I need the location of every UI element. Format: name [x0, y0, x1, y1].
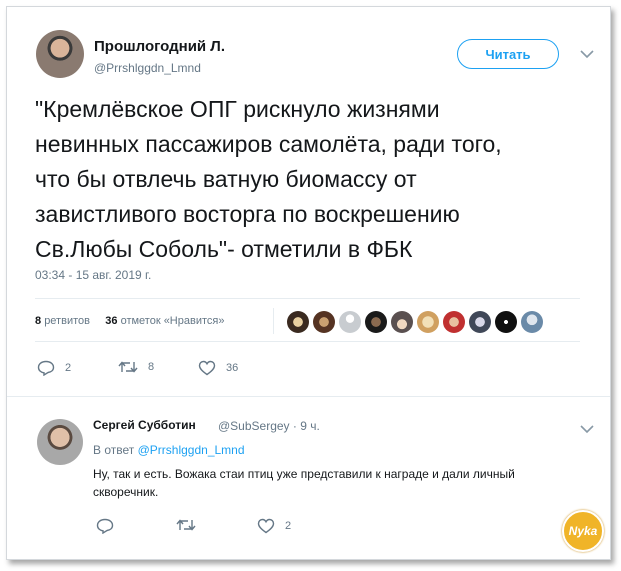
liker-avatar[interactable]: [365, 311, 387, 333]
reply-icon: [96, 518, 114, 534]
like-count: 36: [226, 362, 239, 374]
replying-to-link[interactable]: @Prrshlggdn_Lmnd: [138, 443, 245, 457]
replying-to: В ответ @Prrshlggdn_Lmnd: [93, 443, 245, 457]
reply-reply-action[interactable]: [96, 518, 124, 534]
like-action[interactable]: 36: [198, 360, 238, 376]
liker-avatar[interactable]: [469, 311, 491, 333]
replying-prefix: В ответ: [93, 443, 135, 457]
reply-author-handle[interactable]: @SubSergey · 9 ч.: [218, 419, 320, 433]
divider: [35, 298, 580, 299]
author-name[interactable]: Прошлогодний Л.: [94, 38, 225, 55]
author-avatar[interactable]: [36, 30, 84, 78]
reply-author-avatar[interactable]: [37, 419, 83, 465]
watermark-logo: Nyka: [562, 510, 604, 552]
retweet-icon: [176, 518, 196, 532]
reply-like-action[interactable]: 2: [257, 518, 291, 534]
heart-icon: [257, 518, 275, 534]
tweet-timestamp[interactable]: 03:34 - 15 авг. 2019 г.: [35, 268, 151, 282]
likes-count[interactable]: 36: [105, 315, 117, 327]
retweets-count[interactable]: 8: [35, 315, 41, 327]
tweet-stats: 8 ретвитов 36 отметок «Нравится»: [35, 315, 224, 327]
divider: [7, 396, 610, 397]
liker-avatar[interactable]: [521, 311, 543, 333]
retweets-label[interactable]: ретвитов: [44, 315, 90, 327]
retweet-count: 8: [148, 361, 155, 373]
divider: [35, 341, 580, 342]
liker-avatar[interactable]: [391, 311, 413, 333]
liker-avatar[interactable]: [495, 311, 517, 333]
reply-retweet-action[interactable]: [176, 518, 206, 532]
liker-avatar[interactable]: [313, 311, 335, 333]
reply-text: Ну, так и есть. Вожака стаи птиц уже пре…: [93, 467, 515, 499]
follow-button[interactable]: Читать: [457, 39, 559, 69]
tweet-text: "Кремлёвское ОПГ рискнуло жизнями невинн…: [35, 96, 502, 262]
liker-avatar[interactable]: [443, 311, 465, 333]
liker-avatar[interactable]: [287, 311, 309, 333]
reply-like-count: 2: [285, 520, 292, 532]
author-handle[interactable]: @Prrshlggdn_Lmnd: [94, 61, 201, 75]
chevron-down-icon[interactable]: [580, 46, 594, 62]
heart-icon: [198, 360, 216, 376]
reply-count: 2: [65, 362, 72, 374]
likes-label[interactable]: отметок «Нравится»: [121, 315, 225, 327]
liker-avatar[interactable]: [417, 311, 439, 333]
liker-avatar[interactable]: [339, 311, 361, 333]
reply-action[interactable]: 2: [37, 360, 71, 376]
retweet-icon: [118, 360, 138, 374]
retweet-action[interactable]: 8: [118, 360, 154, 374]
chevron-down-icon[interactable]: [580, 421, 594, 437]
reply-author-name[interactable]: Сергей Субботин: [93, 418, 196, 432]
stats-separator: [273, 308, 274, 334]
reply-icon: [37, 360, 55, 376]
